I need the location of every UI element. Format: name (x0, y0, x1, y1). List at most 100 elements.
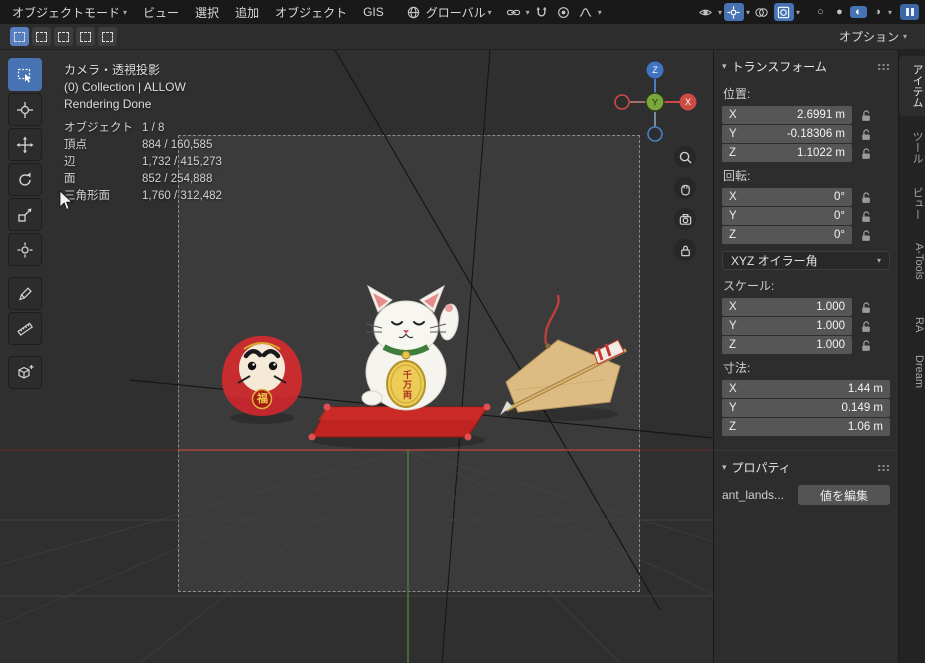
select-mode-extend-icon[interactable] (32, 27, 51, 46)
gizmo-axis-x-neg[interactable] (614, 94, 630, 110)
options-dropdown[interactable]: オプション ▾ (839, 28, 915, 45)
zoom-icon[interactable] (674, 146, 696, 168)
tool-move[interactable] (8, 128, 42, 161)
falloff-curve-icon[interactable] (576, 3, 596, 21)
viewport-header-text: カメラ・透視投影 (0) Collection | ALLOW Renderin… (64, 62, 186, 113)
axis-value: 1.000 (816, 339, 845, 351)
lock-icon[interactable] (859, 210, 872, 223)
tab-tool[interactable]: ツール (899, 123, 925, 172)
menu-gis[interactable]: GIS (355, 3, 392, 21)
scale-y-row: Y 1.000 (714, 317, 898, 335)
shading-rendered-icon[interactable]: ◑ (869, 6, 886, 18)
lock-icon[interactable] (859, 339, 872, 352)
edit-value-label: 値を編集 (819, 488, 868, 503)
lock-icon[interactable] (859, 320, 872, 333)
axis-label: X (729, 109, 737, 121)
viewport-3d[interactable]: 福 千万両 カメラ・透視投影 (0) Collection | ALLOW Re… (0, 50, 713, 663)
scale-z-field[interactable]: Z 1.000 (722, 336, 852, 354)
lock-icon[interactable] (859, 147, 872, 160)
tool-scale[interactable] (8, 198, 42, 231)
menu-object[interactable]: オブジェクト (267, 2, 355, 23)
menu-add[interactable]: 追加 (227, 2, 267, 23)
shading-solid-icon[interactable]: ● (831, 6, 848, 18)
tool-add-cube[interactable] (8, 356, 42, 389)
tab-a-tools[interactable]: A-Tools (899, 235, 925, 288)
stat-value: 852 / 254,888 (142, 173, 213, 185)
lock-icon[interactable] (859, 301, 872, 314)
tab-ra[interactable]: RA (899, 309, 925, 340)
dimensions-y-field[interactable]: Y 0.149 m (722, 399, 890, 417)
location-label: 位置: (723, 87, 751, 101)
tab-item[interactable]: アイテム (899, 56, 925, 116)
tool-measure[interactable] (8, 312, 42, 345)
axis-label: Z (729, 421, 737, 433)
location-y-field[interactable]: Y -0.18306 m (722, 125, 852, 143)
shading-material-icon[interactable]: ◐ (849, 6, 867, 18)
navigation-gizmo[interactable]: Z X Y (600, 56, 710, 148)
tool-rotate[interactable] (8, 163, 42, 196)
viewport-controls (674, 146, 696, 261)
transform-panel-header[interactable]: ▾ トランスフォーム (714, 50, 898, 80)
select-mode-subtract-icon[interactable] (54, 27, 73, 46)
select-mode-invert-icon[interactable] (76, 27, 95, 46)
lock-icon[interactable] (859, 229, 872, 242)
lock-icon[interactable] (859, 109, 872, 122)
shading-wireframe-icon[interactable]: ○ (812, 6, 829, 18)
menu-view[interactable]: ビュー (135, 2, 187, 23)
chevron-down-icon: ▾ (717, 7, 722, 17)
scale-y-field[interactable]: Y 1.000 (722, 317, 852, 335)
location-x-field[interactable]: X 2.6991 m (722, 106, 852, 124)
location-z-row: Z 1.1022 m (714, 144, 898, 162)
panel-grip-icon[interactable] (877, 62, 890, 71)
property-name: ant_lands... (722, 488, 785, 502)
pause-button[interactable] (900, 4, 919, 20)
toolbar-left (8, 58, 42, 389)
visibility-eye-icon[interactable] (696, 3, 716, 21)
tab-view[interactable]: ビュー (899, 179, 925, 228)
properties-panel-title: プロパティ (731, 461, 791, 475)
overlays-toggle-icon[interactable] (752, 3, 772, 21)
select-mode-set-icon[interactable] (10, 27, 29, 46)
edit-value-button[interactable]: 値を編集 (798, 485, 890, 505)
lock-view-icon[interactable] (674, 239, 696, 261)
orientation-group[interactable]: グローバル ▾ (404, 3, 492, 21)
gizmo-axis-z-neg[interactable] (647, 126, 663, 142)
lock-icon[interactable] (859, 191, 872, 204)
gizmos-toggle-icon[interactable] (723, 3, 744, 21)
axis-value: 0° (834, 229, 845, 241)
dimensions-z-field[interactable]: Z 1.06 m (722, 418, 890, 436)
rotation-y-field[interactable]: Y 0° (722, 207, 852, 225)
tool-annotate[interactable] (8, 277, 42, 310)
snap-magnet-icon[interactable] (532, 3, 552, 21)
menu-select[interactable]: 選択 (187, 2, 227, 23)
stat-value: 1,732 / 415,273 (142, 156, 222, 168)
panel-grip-icon[interactable] (877, 463, 890, 472)
properties-panel-header[interactable]: ▾ プロパティ (714, 451, 898, 481)
proportional-edit-icon[interactable] (554, 3, 574, 21)
tab-dream[interactable]: Dream (899, 347, 925, 396)
render-status: Rendering Done (64, 97, 152, 111)
menu-select-label: 選択 (195, 5, 220, 20)
rotation-mode-dropdown[interactable]: XYZ オイラー角 ▾ (722, 251, 890, 270)
rotation-label: 回転: (723, 169, 751, 183)
rotation-mode-value: XYZ オイラー角 (731, 254, 818, 268)
tool-select-box[interactable] (8, 58, 42, 91)
rotation-z-field[interactable]: Z 0° (722, 226, 852, 244)
tab-tool-label: ツール (911, 131, 923, 164)
select-mode-intersect-icon[interactable] (98, 27, 117, 46)
snap-target-icon[interactable] (504, 3, 524, 21)
menu-object-mode[interactable]: オブジェクトモード ▾ (4, 2, 135, 23)
location-z-field[interactable]: Z 1.1022 m (722, 144, 852, 162)
axis-label: Y (729, 128, 737, 140)
tool-cursor[interactable] (8, 93, 42, 126)
pan-hand-icon[interactable] (674, 177, 696, 199)
scale-x-field[interactable]: X 1.000 (722, 298, 852, 316)
camera-view-icon[interactable] (674, 208, 696, 230)
dimensions-x-field[interactable]: X 1.44 m (722, 380, 890, 398)
axis-label: X (729, 383, 737, 395)
rotation-x-field[interactable]: X 0° (722, 188, 852, 206)
lock-icon[interactable] (859, 128, 872, 141)
xray-toggle-icon[interactable] (773, 3, 794, 21)
tool-transform[interactable] (8, 233, 42, 266)
top-menubar: オブジェクトモード ▾ ビュー 選択 追加 オブジェクト GIS グローバル ▾ … (0, 0, 925, 24)
